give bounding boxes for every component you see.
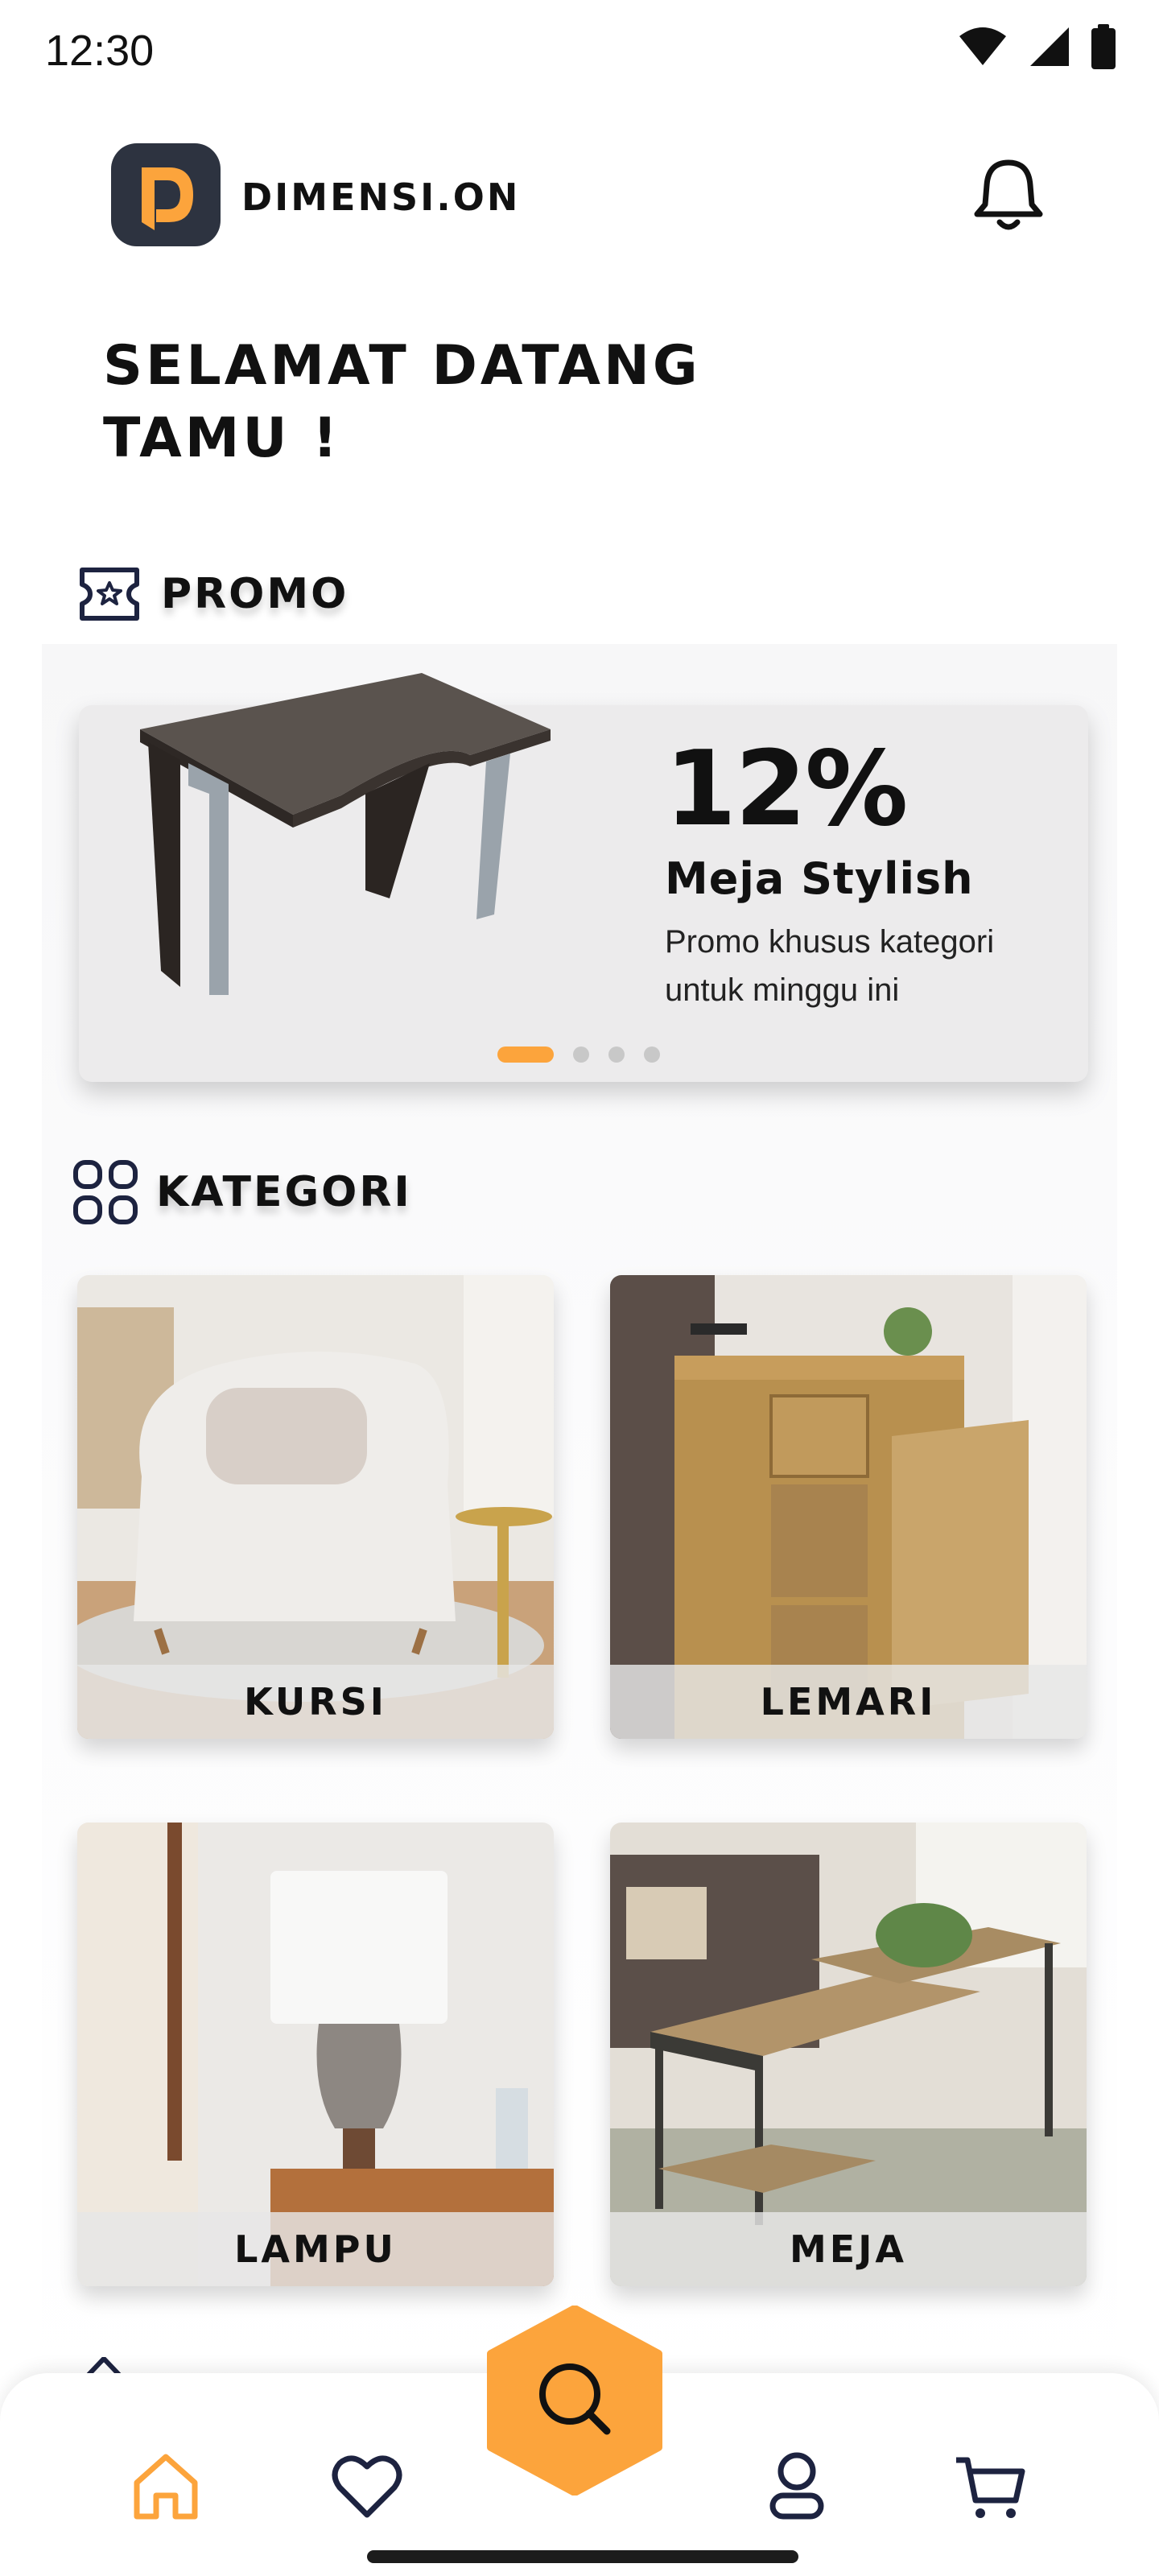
gesture-home-bar	[367, 2550, 798, 2563]
category-label: KURSI	[77, 1665, 554, 1739]
promo-description: Promo khusus kategori untuk minggu ini	[665, 924, 995, 1008]
category-label: MEJA	[610, 2212, 1087, 2286]
category-card-kursi[interactable]: KURSI	[77, 1275, 554, 1739]
welcome-title: SELAMAT DATANG TAMU !	[103, 334, 701, 470]
category-grid: KURSI LEMARI LAMPU MEJA	[77, 1275, 1088, 2289]
brand-logo[interactable]	[111, 143, 221, 246]
notification-bell-icon[interactable]	[972, 156, 1045, 237]
home-icon[interactable]	[126, 2446, 206, 2526]
signal-icon	[1030, 27, 1069, 66]
promo-desk-image	[140, 673, 551, 995]
category-label: LEMARI	[610, 1665, 1087, 1739]
search-fab[interactable]	[486, 2305, 663, 2496]
app-header: DIMENSI.ON	[0, 137, 1159, 258]
category-card-meja[interactable]: MEJA	[610, 1823, 1087, 2286]
user-icon[interactable]	[757, 2446, 837, 2526]
promo-title: Meja Stylish	[665, 853, 974, 904]
carousel-dot[interactable]	[608, 1046, 625, 1063]
category-card-lemari[interactable]: LEMARI	[610, 1275, 1087, 1739]
ticket-star-icon	[80, 568, 139, 621]
carousel-dot[interactable]	[644, 1046, 660, 1063]
status-bar: 12:30	[0, 0, 1159, 105]
heart-icon[interactable]	[327, 2446, 407, 2526]
promo-discount: 12%	[665, 729, 908, 849]
carousel-dot[interactable]	[573, 1046, 589, 1063]
promo-section-header: PROMO	[76, 564, 349, 625]
wifi-icon	[959, 27, 1006, 65]
promo-banner[interactable]: 12% Meja Stylish Promo khusus kategori u…	[79, 673, 1088, 1082]
kategori-section-header: KATEGORI	[72, 1159, 412, 1225]
promo-section-title: PROMO	[161, 570, 349, 618]
carousel-dot[interactable]	[497, 1046, 554, 1063]
category-label: LAMPU	[77, 2212, 554, 2286]
battery-icon	[1091, 24, 1116, 69]
status-icons	[958, 24, 1116, 69]
grid-icon	[73, 1160, 138, 1224]
brand-name: DIMENSI.ON	[241, 175, 521, 219]
status-time: 12:30	[45, 27, 155, 75]
cart-icon[interactable]	[950, 2446, 1030, 2526]
carousel-indicator	[497, 1046, 660, 1063]
kategori-section-title: KATEGORI	[156, 1168, 412, 1216]
category-card-lampu[interactable]: LAMPU	[77, 1823, 554, 2286]
